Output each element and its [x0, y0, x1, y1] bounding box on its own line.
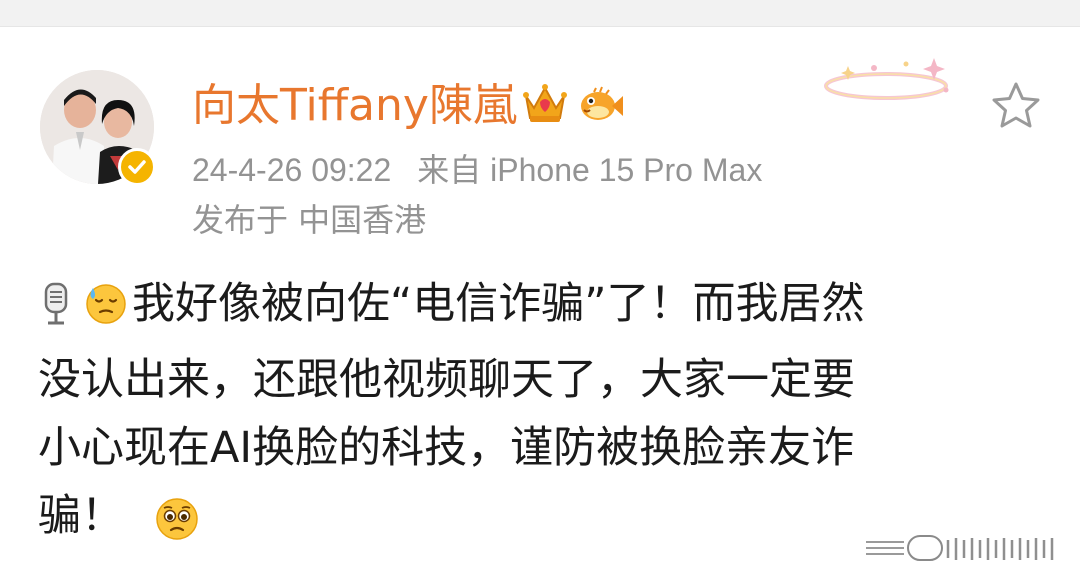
top-bar	[0, 0, 1080, 27]
content-line: 我好像被向佐“电信诈骗”了！而我居然	[38, 270, 1028, 346]
pleading-face-emoji	[154, 494, 200, 562]
post-time: 24-4-26 09:22	[192, 152, 392, 188]
content-text: 我好像被向佐“电信诈骗”了！而我居然	[132, 279, 865, 329]
pufferfish-icon	[578, 84, 624, 128]
username[interactable]: 向太Tiffany陳嵐	[192, 76, 517, 136]
content-text: 骗！	[38, 491, 124, 541]
sparkle-decoration-icon	[818, 50, 958, 116]
crown-icon	[522, 82, 568, 128]
microphone-icon	[38, 278, 74, 346]
post-content: 我好像被向佐“电信诈骗”了！而我居然 没认出来，还跟他视频聊天了，大家一定要 小…	[38, 270, 1028, 562]
verified-badge-icon	[118, 148, 156, 186]
star-icon[interactable]	[988, 80, 1044, 136]
sweat-face-emoji	[84, 278, 128, 346]
content-line: 小心现在AI换脸的科技，谨防被换脸亲友诈	[38, 423, 855, 473]
content-line: 没认出来，还跟他视频聊天了，大家一定要	[38, 355, 855, 405]
post-source[interactable]: 来自 iPhone 15 Pro Max	[417, 152, 762, 188]
post-meta: 24-4-26 09:22 来自 iPhone 15 Pro Max	[192, 148, 762, 192]
post-location: 发布于 中国香港	[192, 201, 427, 239]
scroll-handle-icon[interactable]	[864, 532, 1064, 570]
